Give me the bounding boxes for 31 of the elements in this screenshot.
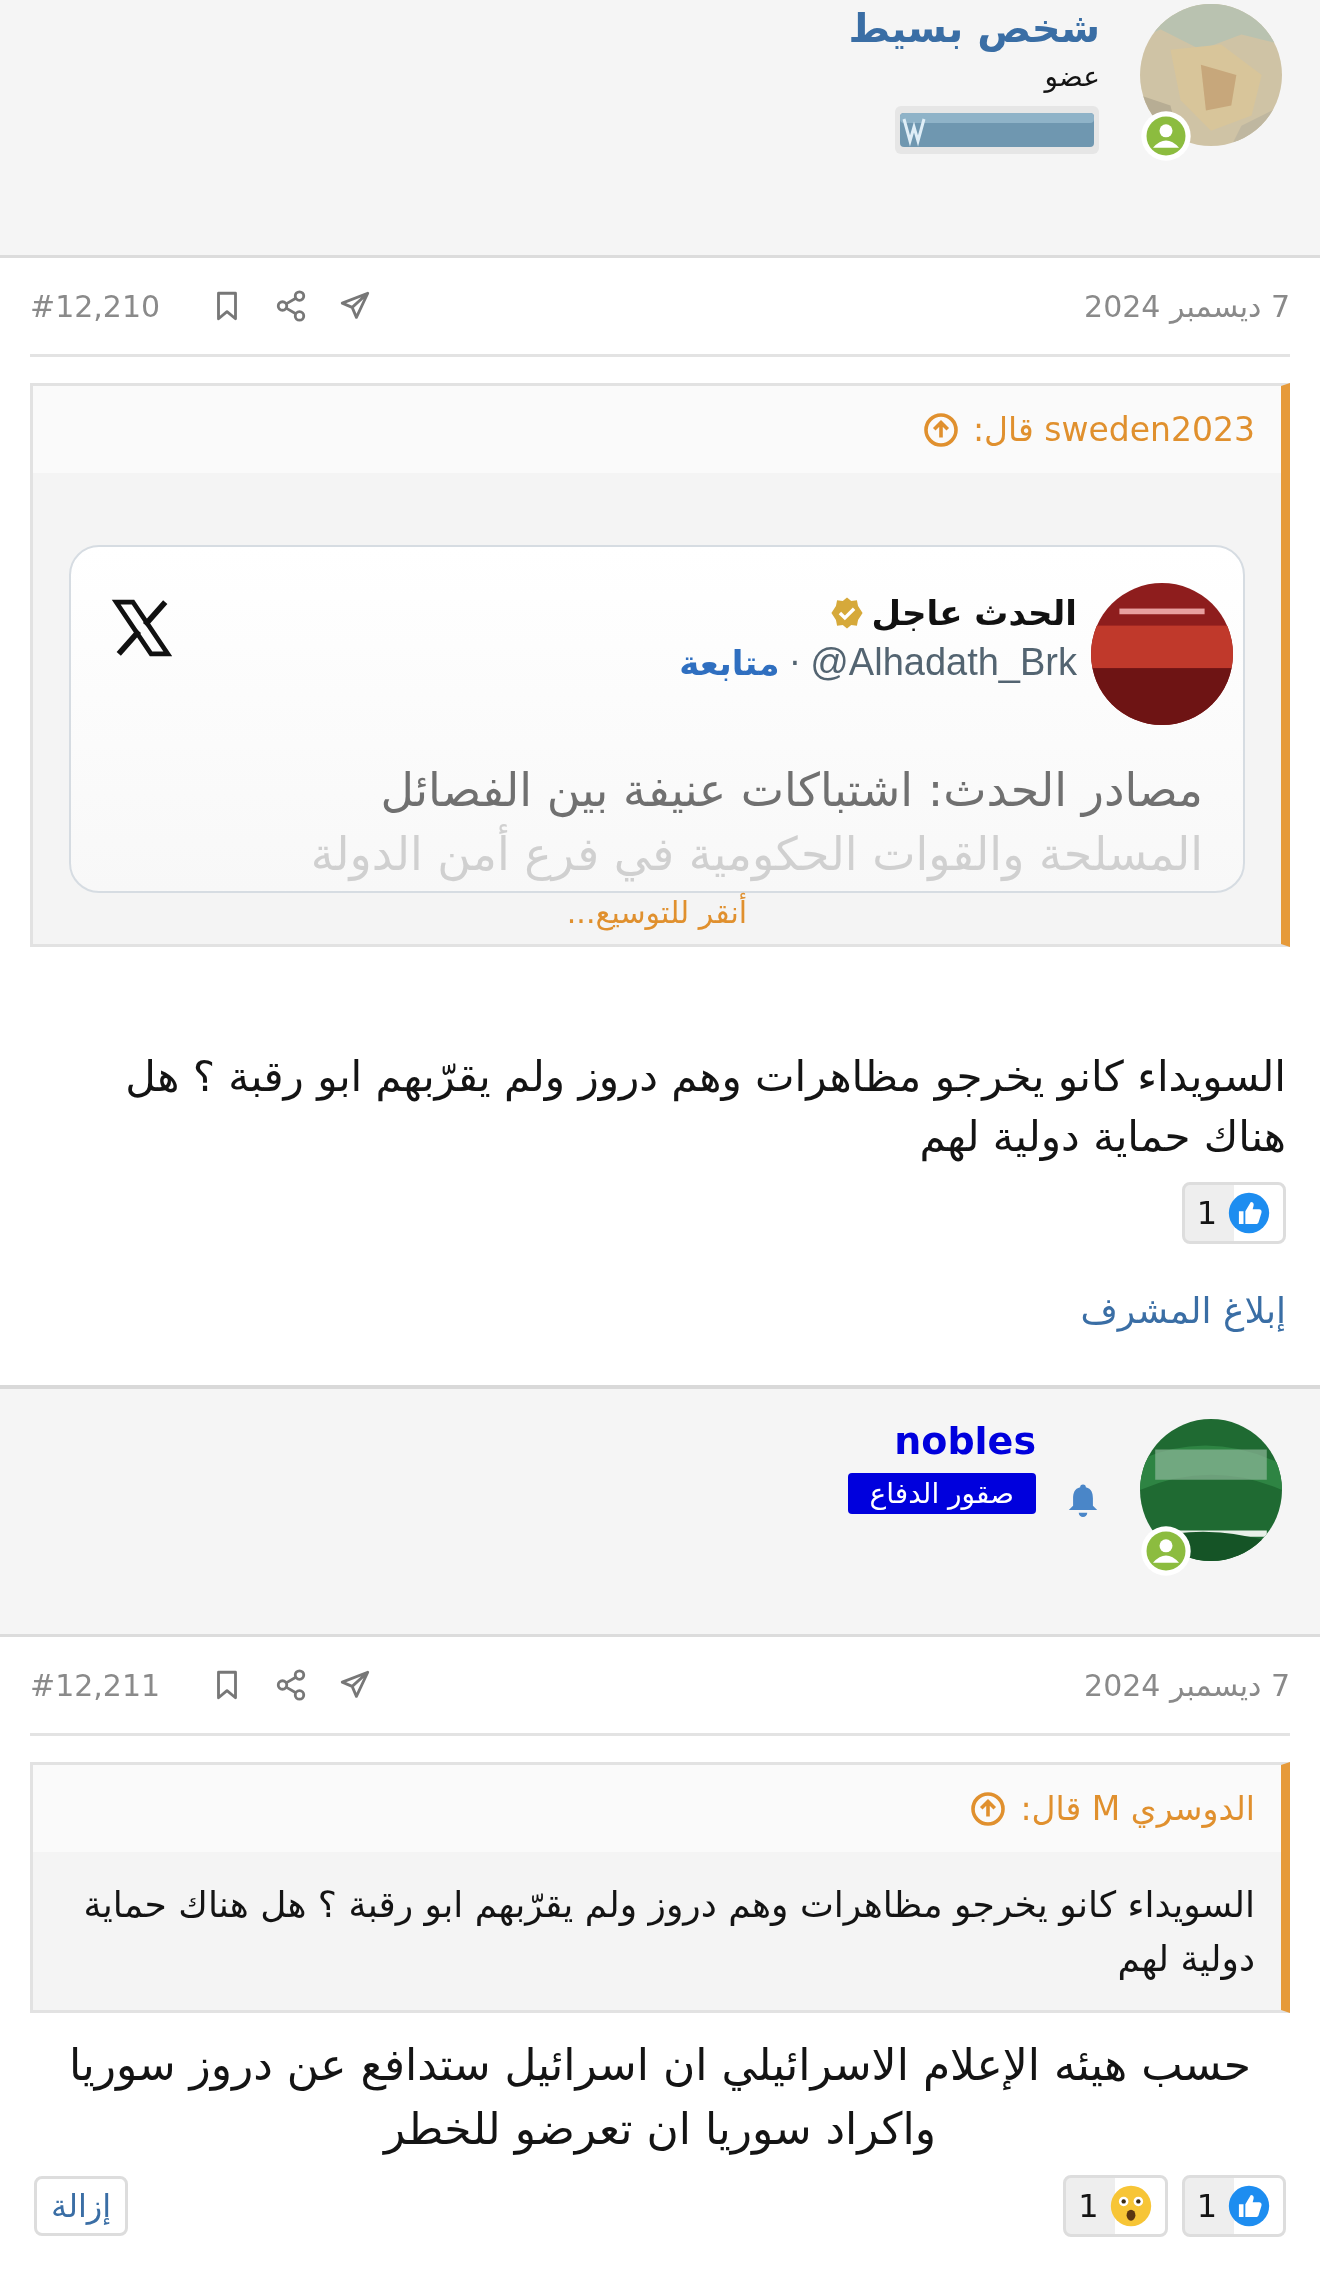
user-banner: صقور الدفاع — [847, 1472, 1036, 1514]
post-text: حسب هيئه الإعلام الاسرائيلي ان اسرائيل ستدافع عن دروز سوريا واكراد سوريا ان تعرضو للخطر — [68, 2038, 1252, 2157]
thumbs-up-icon — [1227, 1191, 1271, 1236]
report-link[interactable]: إبلاغ المشرف — [0, 1244, 1320, 1386]
x-logo-icon[interactable] — [111, 597, 173, 659]
quote-text: السويداء كانو يخرجو مظاهرات وهم دروز ولم يقرّبهم ابو رقبة ؟ هل هناك حماية دولية لهم — [82, 1883, 1255, 1982]
arrow-up-icon[interactable] — [922, 411, 959, 448]
post-date[interactable]: 7 ديسمبر 2024 — [1084, 1667, 1290, 1703]
surprised-face-icon — [1108, 2183, 1153, 2228]
post-date[interactable]: 7 ديسمبر 2024 — [1084, 288, 1290, 324]
user-name[interactable]: nobles — [894, 1419, 1036, 1465]
post-number[interactable]: #12,211 — [30, 1667, 161, 1703]
user-title: عضو — [1044, 60, 1100, 93]
online-status-icon — [1140, 110, 1192, 162]
verified-icon — [829, 596, 864, 630]
account-handle[interactable]: @Alhadath_Brk — [810, 641, 1077, 684]
remove-button[interactable]: إزالة — [34, 2175, 129, 2236]
reaction-count[interactable]: 1 — [1181, 1182, 1286, 1245]
post-number[interactable]: #12,210 — [30, 288, 161, 324]
online-status-icon — [1140, 1525, 1192, 1578]
user-name[interactable]: شخص بسيط — [848, 4, 1100, 52]
bell-icon[interactable] — [1066, 1481, 1100, 1520]
reaction-count[interactable]: 1 — [1063, 2174, 1168, 2237]
arrow-up-icon[interactable] — [970, 1790, 1007, 1827]
post-text: السويداء كانو يخرجو مظاهرات وهم دروز ولم يقرّبهم ابو رقبة ؟ هل هناك حماية دولية لهم — [124, 1050, 1287, 1164]
thumbs-up-icon — [1227, 2183, 1271, 2228]
follow-link[interactable]: متابعة — [679, 642, 780, 683]
tweet-text: مصادر الحدث: اشتباكات عنيفة بين الفصائل — [379, 762, 1203, 820]
separator-dot: · — [789, 642, 801, 683]
account-name[interactable]: الحدث عاجل — [871, 593, 1077, 633]
reaction-count[interactable]: 1 — [1181, 2174, 1286, 2237]
